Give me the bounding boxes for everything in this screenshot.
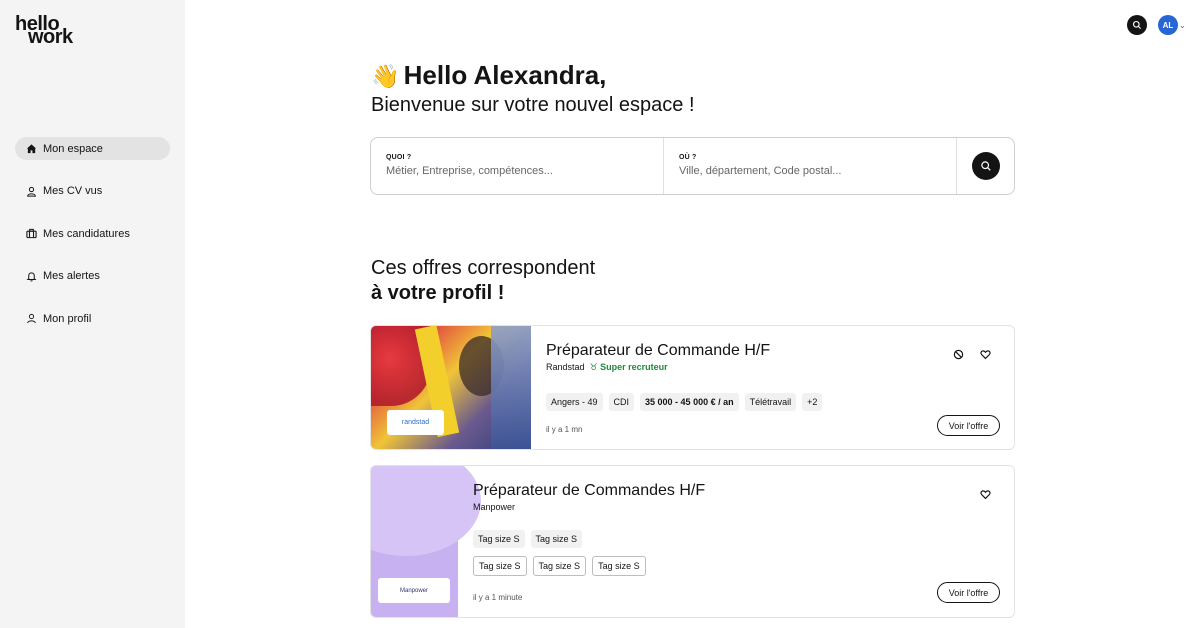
sidebar-nav: Mon espace Mes CV vus Mes candidatures M… bbox=[15, 137, 170, 350]
tag-salary: 35 000 - 45 000 € / an bbox=[640, 393, 739, 411]
tag-remote: Télétravail bbox=[744, 393, 797, 411]
sidebar-item-mon-profil[interactable]: Mon profil bbox=[15, 307, 170, 330]
home-icon bbox=[25, 143, 37, 155]
tag: Tag size S bbox=[592, 556, 646, 576]
super-recruteur-badge: ♉ Super recruteur bbox=[589, 362, 668, 372]
tag-location: Angers - 49 bbox=[546, 393, 603, 411]
section-title-line-2: à votre profil ! bbox=[371, 282, 505, 304]
posted-time: il y a 1 minute bbox=[473, 593, 523, 602]
profile-icon bbox=[25, 313, 37, 325]
heart-icon bbox=[979, 489, 991, 499]
job-title[interactable]: Préparateur de Commandes H/F bbox=[473, 481, 705, 501]
tag: Tag size S bbox=[530, 530, 583, 548]
sidebar-item-label: Mes alertes bbox=[43, 270, 100, 282]
job-card-image: randstad bbox=[371, 326, 531, 449]
company-name: Manpower bbox=[473, 502, 516, 512]
not-interested-button[interactable] bbox=[951, 347, 965, 361]
sidebar: hello work Mon espace Mes CV vus Mes can… bbox=[0, 0, 185, 628]
sidebar-item-label: Mes candidatures bbox=[43, 227, 130, 240]
sidebar-item-mes-candidatures[interactable]: Mes candidatures bbox=[15, 222, 170, 245]
where-field[interactable]: OÙ ? bbox=[664, 138, 957, 194]
greeting-subtitle: Bienvenue sur votre nouvel espace ! bbox=[371, 94, 695, 116]
view-offer-button[interactable]: Voir l'offre bbox=[937, 415, 1000, 436]
hellowork-logo[interactable]: hello work bbox=[15, 14, 75, 48]
job-tags: Tag size S Tag size S bbox=[473, 530, 705, 548]
tag: Tag size S bbox=[473, 530, 525, 548]
header-search-button[interactable] bbox=[1127, 15, 1147, 35]
section-title-line-1: Ces offres correspondent bbox=[371, 257, 596, 279]
sidebar-item-mon-espace[interactable]: Mon espace bbox=[15, 137, 170, 160]
user-icon bbox=[25, 185, 37, 197]
page-title: 👋 Hello Alexandra, bbox=[371, 60, 606, 91]
offers-section-title: Ces offres correspondent à votre profil … bbox=[371, 256, 595, 306]
sidebar-item-label: Mon profil bbox=[43, 312, 92, 325]
where-label: OÙ ? bbox=[679, 154, 697, 161]
what-input[interactable] bbox=[386, 165, 646, 177]
search-icon bbox=[1132, 20, 1141, 29]
what-field[interactable]: QUOI ? bbox=[371, 138, 664, 194]
company-name: Randstad ♉ Super recruteur bbox=[546, 362, 668, 372]
job-title[interactable]: Préparateur de Commande H/F bbox=[546, 341, 822, 361]
job-search-bar: QUOI ? OÙ ? bbox=[370, 137, 1015, 195]
what-label: QUOI ? bbox=[386, 154, 412, 161]
tag: Tag size S bbox=[473, 556, 527, 576]
chevron-down-icon[interactable]: ⌄ bbox=[1179, 21, 1186, 30]
wave-emoji: 👋 bbox=[371, 63, 400, 89]
job-card-image: Manpower bbox=[371, 466, 481, 617]
view-offer-button[interactable]: Voir l'offre bbox=[937, 582, 1000, 603]
job-tags: Tag size S Tag size S Tag size S bbox=[473, 556, 705, 576]
greeting-title: Hello Alexandra, bbox=[403, 60, 607, 90]
sidebar-item-label: Mes CV vus bbox=[43, 185, 103, 197]
search-icon bbox=[981, 161, 991, 171]
favorite-button[interactable] bbox=[978, 347, 992, 361]
avatar[interactable]: AL bbox=[1158, 15, 1178, 35]
job-card-body: Préparateur de Commande H/F Randstad ♉ Su… bbox=[546, 326, 823, 411]
favorite-button[interactable] bbox=[978, 487, 992, 501]
briefcase-icon bbox=[25, 228, 37, 240]
job-card[interactable]: randstad Préparateur de Commande H/F Ran… bbox=[370, 325, 1015, 450]
search-submit-button[interactable] bbox=[972, 152, 1000, 180]
bell-icon bbox=[25, 270, 37, 282]
tag-contract: CDI bbox=[608, 393, 635, 411]
randstad-logo: randstad bbox=[387, 410, 444, 435]
sidebar-item-mes-cv-vus[interactable]: Mes CV vus bbox=[15, 180, 170, 203]
sidebar-item-mes-alertes[interactable]: Mes alertes bbox=[15, 265, 170, 288]
ban-icon bbox=[953, 349, 963, 359]
posted-time: il y a 1 mn bbox=[546, 425, 583, 434]
job-card[interactable]: Manpower Préparateur de Commandes H/F Ma… bbox=[370, 465, 1015, 618]
tag-more[interactable]: +2 bbox=[802, 393, 823, 411]
heart-icon bbox=[979, 349, 991, 359]
avatar-initials: AL bbox=[1162, 20, 1174, 30]
tag: Tag size S bbox=[532, 556, 587, 576]
where-input[interactable] bbox=[679, 165, 939, 177]
manpower-logo: Manpower bbox=[378, 578, 450, 603]
job-tags: Angers - 49 CDI 35 000 - 45 000 € / an T… bbox=[546, 393, 823, 411]
job-card-body: Préparateur de Commandes H/F Manpower Ta… bbox=[473, 466, 705, 576]
sidebar-item-label: Mon espace bbox=[43, 142, 103, 155]
